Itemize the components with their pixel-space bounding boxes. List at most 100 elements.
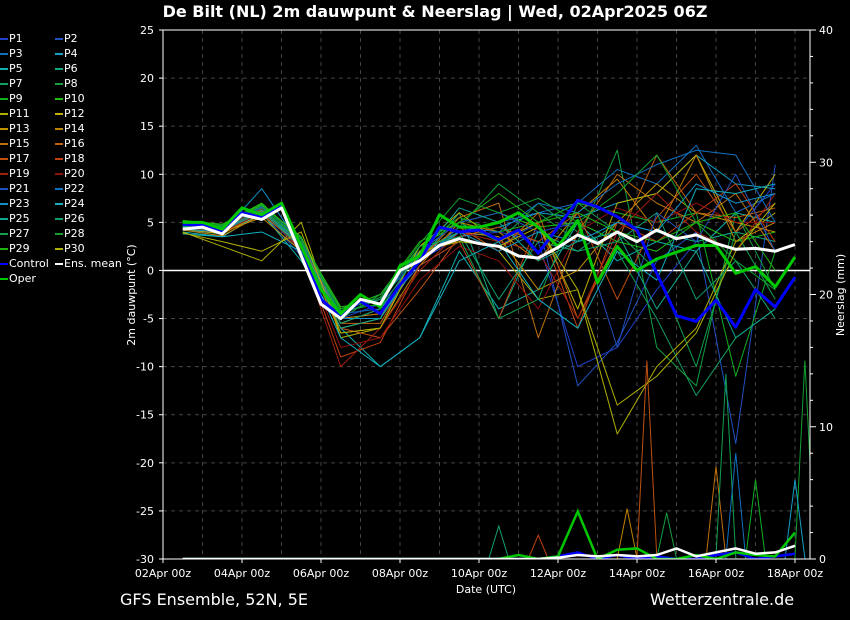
legend-item-p16: P16 xyxy=(55,137,85,150)
legend-swatch xyxy=(55,83,63,85)
legend-swatch xyxy=(0,113,8,115)
y2-tick-label: 0 xyxy=(819,553,826,566)
legend-label: P17 xyxy=(9,152,30,165)
precip-peak-p25 xyxy=(488,524,510,559)
legend-swatch xyxy=(55,53,63,55)
legend-swatch xyxy=(0,98,8,100)
y-tick-label: -25 xyxy=(136,505,154,518)
legend-swatch xyxy=(0,38,8,40)
legend-label: P27 xyxy=(9,227,30,240)
legend-swatch xyxy=(0,188,8,190)
legend-swatch xyxy=(55,98,63,100)
x-tick-label: 16Apr 00z xyxy=(688,567,745,580)
x-tick-label: 06Apr 00z xyxy=(293,567,350,580)
legend-item-p23: P23 xyxy=(0,197,30,210)
legend-swatch xyxy=(55,173,63,175)
legend-swatch xyxy=(0,68,8,70)
legend-swatch xyxy=(0,278,8,280)
legend-item-p9: P9 xyxy=(0,92,23,105)
legend-swatch xyxy=(55,203,63,205)
legend-swatch xyxy=(55,218,63,220)
legend-label: P28 xyxy=(64,227,85,240)
legend-label: P16 xyxy=(64,137,85,150)
legend-item-p6: P6 xyxy=(55,62,78,75)
legend-item-p29: P29 xyxy=(0,242,30,255)
legend-label: P22 xyxy=(64,182,85,195)
legend-swatch xyxy=(0,128,8,130)
x-tick-label: 18Apr 00z xyxy=(767,567,824,580)
legend-swatch xyxy=(55,128,63,130)
legend-item-p3: P3 xyxy=(0,47,23,60)
legend-label: P29 xyxy=(9,242,30,255)
legend-swatch xyxy=(55,68,63,70)
precip-peak-p18 xyxy=(527,533,549,559)
legend-swatch xyxy=(55,263,63,265)
plot-area xyxy=(182,144,810,559)
legend-label: P19 xyxy=(9,167,30,180)
legend-item-p24: P24 xyxy=(55,197,85,210)
legend-swatch xyxy=(55,188,63,190)
x-tick-label: 10Apr 00z xyxy=(451,567,508,580)
y-axis-label: 2m dauwpunt (°C) xyxy=(125,244,138,345)
y2-tick-label: 20 xyxy=(819,289,833,302)
y-tick-label: -20 xyxy=(136,457,154,470)
precip-peak-p17 xyxy=(636,360,658,559)
legend-label: P6 xyxy=(64,62,78,75)
legend-swatch xyxy=(0,53,8,55)
precip-peak-p27 xyxy=(715,373,737,559)
legend-item-control: Control xyxy=(0,257,49,270)
legend-item-p30: P30 xyxy=(55,242,85,255)
y2-axis-label: Neerslag (mm) xyxy=(834,254,847,336)
legend-label: P1 xyxy=(9,32,23,45)
legend-swatch xyxy=(0,218,8,220)
y-tick-label: 20 xyxy=(140,72,154,85)
legend-swatch xyxy=(0,83,8,85)
legend-label: P13 xyxy=(9,122,30,135)
legend-item-ens-mean: Ens. mean xyxy=(55,257,122,270)
legend-label: P9 xyxy=(9,92,23,105)
legend-item-oper: Oper xyxy=(0,272,36,285)
y-tick-label: 25 xyxy=(140,24,154,37)
legend-swatch xyxy=(0,203,8,205)
y2-tick-label: 30 xyxy=(819,156,833,169)
legend-label: P12 xyxy=(64,107,85,120)
legend-swatch xyxy=(0,233,8,235)
legend-swatch xyxy=(55,143,63,145)
legend-item-p28: P28 xyxy=(55,227,85,240)
legend-label: P18 xyxy=(64,152,85,165)
legend-item-p27: P27 xyxy=(0,227,30,240)
footer-site: Wetterzentrale.de xyxy=(650,590,795,609)
chart: 25 20 15 10 5 0 -5 -10 -15 -20 -25 -30 40 30 20 10 0 02Ap… xyxy=(125,24,847,596)
x-tick-label: 08Apr 00z xyxy=(372,567,429,580)
y2-tick-label: 10 xyxy=(819,421,833,434)
legend-item-p26: P26 xyxy=(55,212,85,225)
legend-swatch xyxy=(0,173,8,175)
y-tick-label: 5 xyxy=(147,216,154,229)
legend-label: P3 xyxy=(9,47,23,60)
legend-label: P24 xyxy=(64,197,85,210)
precip-peak-p14 xyxy=(616,508,638,559)
legend-item-p11: P11 xyxy=(0,107,30,120)
legend-label: P26 xyxy=(64,212,85,225)
legend-item-p19: P19 xyxy=(0,167,30,180)
legend-label: P15 xyxy=(9,137,30,150)
legend-label: P21 xyxy=(9,182,30,195)
precip-peak-p3 xyxy=(725,453,747,559)
x-tick-label: 14Apr 00z xyxy=(609,567,666,580)
legend-label: P5 xyxy=(9,62,23,75)
legend-item-p21: P21 xyxy=(0,182,30,195)
y-tick-label: -15 xyxy=(136,409,154,422)
legend-item-p7: P7 xyxy=(0,77,23,90)
legend-item-p25: P25 xyxy=(0,212,30,225)
legend-label: P30 xyxy=(64,242,85,255)
x-tick-label: 12Apr 00z xyxy=(530,567,587,580)
y2-tick-label: 40 xyxy=(819,24,833,37)
legend-item-p18: P18 xyxy=(55,152,85,165)
legend-swatch xyxy=(55,233,63,235)
legend-label: P20 xyxy=(64,167,85,180)
legend-swatch xyxy=(0,143,8,145)
y-tick-label: 0 xyxy=(147,264,154,277)
legend-item-p2: P2 xyxy=(55,32,78,45)
legend-swatch xyxy=(55,158,63,160)
legend-item-p5: P5 xyxy=(0,62,23,75)
